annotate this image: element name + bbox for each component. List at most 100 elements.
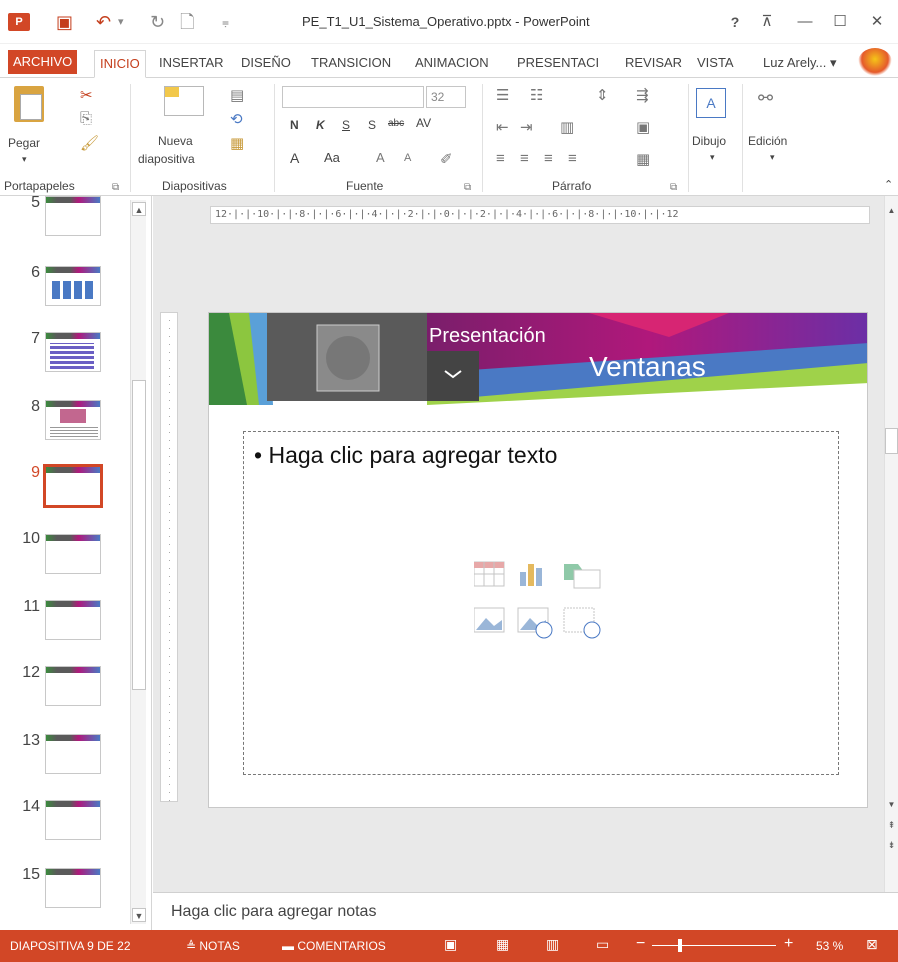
increase-font-icon[interactable]: A <box>376 150 385 165</box>
portapapeles-launcher-icon[interactable]: ⧉ <box>112 182 119 193</box>
slide-thumbnail[interactable] <box>45 534 101 574</box>
close-button[interactable]: ✕ <box>862 12 892 32</box>
editing-dropdown-icon[interactable]: ▾ <box>770 152 775 163</box>
tab-vista[interactable]: VISTA <box>692 50 739 78</box>
insert-smartart-icon[interactable] <box>564 564 601 589</box>
layout-icon[interactable]: ▤ <box>230 86 244 104</box>
body-placeholder-text[interactable]: • Haga clic para agregar texto <box>254 442 557 469</box>
fit-slide-icon[interactable]: ⊠ <box>866 936 878 953</box>
zoom-in-button[interactable]: + <box>784 935 793 953</box>
minimize-button[interactable]: — <box>790 12 820 32</box>
tab-presentacion[interactable]: PRESENTACI <box>512 50 604 78</box>
normal-view-icon[interactable]: ▣ <box>444 936 457 953</box>
paste-button-label[interactable]: Pegar <box>8 136 40 150</box>
tab-insertar[interactable]: INSERTAR <box>154 50 229 78</box>
new-slide-label-line2[interactable]: diapositiva <box>138 152 195 166</box>
increase-indent-icon[interactable]: ⇥ <box>520 118 533 136</box>
slide-thumbnail[interactable] <box>45 196 101 236</box>
slide-thumbnail[interactable] <box>45 600 101 640</box>
cut-icon[interactable]: ✂ <box>80 86 93 104</box>
align-center-icon[interactable]: ≡ <box>520 150 529 167</box>
tab-diseno[interactable]: DISEÑO <box>236 50 296 78</box>
slide-canvas[interactable]: Presentación Ventanas • Haga clic para a… <box>208 312 868 808</box>
smartart-icon[interactable]: ▦ <box>636 150 650 168</box>
line-spacing-icon[interactable]: ⇕ <box>596 86 609 104</box>
parrafo-launcher-icon[interactable]: ⧉ <box>670 182 677 193</box>
bold-button[interactable]: N <box>290 118 299 132</box>
slide-thumbnail[interactable] <box>45 734 101 774</box>
user-avatar[interactable] <box>858 48 892 76</box>
paste-dropdown-icon[interactable]: ▾ <box>22 154 27 165</box>
insert-table-icon[interactable] <box>474 561 505 587</box>
columns-icon[interactable]: ▥ <box>560 118 574 136</box>
new-slide-icon[interactable] <box>164 86 204 116</box>
align-right-icon[interactable]: ≡ <box>544 150 553 167</box>
notes-toggle[interactable]: ≜ NOTAS <box>186 939 240 953</box>
slide-thumbnail[interactable] <box>45 666 101 706</box>
zoom-level[interactable]: 53 % <box>816 939 843 953</box>
bullets-icon[interactable]: ☰ <box>496 86 509 104</box>
comments-toggle[interactable]: ▬ COMENTARIOS <box>282 939 386 953</box>
justify-icon[interactable]: ≡ <box>568 150 577 167</box>
chevron-down-icon[interactable] <box>421 365 473 405</box>
tab-transicion[interactable]: TRANSICION <box>306 50 396 78</box>
tab-inicio[interactable]: INICIO <box>94 50 146 78</box>
font-color-button[interactable]: A <box>290 150 299 166</box>
scroll-up-arrow-icon[interactable]: ▲ <box>885 206 898 218</box>
reading-view-icon[interactable]: ▥ <box>546 936 559 953</box>
shadow-button[interactable]: S <box>368 118 376 132</box>
undo-icon[interactable]: ↶ <box>96 10 111 34</box>
insert-picture-icon[interactable] <box>474 607 505 633</box>
new-file-icon[interactable]: 🗋 <box>180 10 194 34</box>
maximize-button[interactable]: ☐ <box>825 12 855 32</box>
slide-thumbnail[interactable] <box>45 800 101 840</box>
slide-title[interactable]: Ventanas <box>589 351 706 383</box>
scrollbar-thumb[interactable] <box>885 428 898 454</box>
slideshow-view-icon[interactable]: ▭ <box>596 936 609 953</box>
change-case-button[interactable]: Aa <box>324 150 340 165</box>
fuente-launcher-icon[interactable]: ⧉ <box>464 182 471 193</box>
numbering-icon[interactable]: ☷ <box>530 86 543 104</box>
next-slide-icon[interactable]: ⇟ <box>885 840 898 852</box>
reset-slide-icon[interactable]: ⟲ <box>230 110 243 128</box>
tab-revisar[interactable]: REVISAR <box>620 50 687 78</box>
underline-button[interactable]: S <box>342 118 350 132</box>
user-account[interactable]: Luz Arely... ▾ <box>758 50 841 78</box>
help-button[interactable]: ? <box>720 12 750 32</box>
clear-formatting-icon[interactable]: ✐ <box>440 150 453 168</box>
ribbon-display-options-icon[interactable]: ⊼ <box>752 12 782 32</box>
slide-sorter-view-icon[interactable]: ▦ <box>496 936 509 953</box>
scrollbar-thumb[interactable] <box>132 380 146 690</box>
scroll-up-arrow-icon[interactable]: ▲ <box>132 202 146 216</box>
drawing-dropdown-icon[interactable]: ▾ <box>710 152 715 163</box>
italic-button[interactable]: K <box>316 118 325 132</box>
insert-chart-icon[interactable] <box>520 564 542 586</box>
content-placeholder[interactable]: • Haga clic para agregar texto <box>243 431 839 775</box>
character-spacing-button[interactable]: AV <box>416 116 431 130</box>
collapse-ribbon-icon[interactable]: ⌃ <box>884 178 893 191</box>
customize-toolbar-icon[interactable]: ⩦ <box>222 10 229 34</box>
strikethrough-button[interactable]: abc <box>388 118 404 129</box>
decrease-font-icon[interactable]: A <box>404 152 411 164</box>
insert-video-icon[interactable] <box>563 607 601 639</box>
notes-pane[interactable]: Haga clic para agregar notas <box>153 892 898 930</box>
slide-vertical-scrollbar[interactable]: ▲ ▼ ⇞ ⇟ <box>884 196 898 892</box>
format-painter-icon[interactable]: 🖌 <box>80 134 99 152</box>
slide-thumbnail[interactable] <box>45 400 101 440</box>
tab-archivo[interactable]: ARCHIVO <box>8 50 78 74</box>
insert-online-picture-icon[interactable] <box>517 607 553 639</box>
thumbnail-scrollbar[interactable]: ▲ ▼ <box>130 200 146 924</box>
scroll-down-arrow-icon[interactable]: ▼ <box>885 800 898 812</box>
slide-thumbnail-selected[interactable] <box>43 464 103 508</box>
slide-thumbnail[interactable] <box>45 266 101 306</box>
zoom-slider-handle[interactable] <box>678 939 682 952</box>
slide-thumbnail[interactable] <box>45 332 101 372</box>
editing-button-label[interactable]: Edición <box>748 134 787 148</box>
section-icon[interactable]: ▦ <box>230 134 244 152</box>
previous-slide-icon[interactable]: ⇞ <box>885 820 898 832</box>
font-name-combobox[interactable] <box>282 86 424 108</box>
slide-thumbnail[interactable] <box>45 868 101 908</box>
copy-icon[interactable]: ⎘ <box>80 110 92 127</box>
text-direction-icon[interactable]: ⇶ <box>636 86 649 104</box>
new-slide-label-line1[interactable]: Nueva <box>158 134 193 148</box>
